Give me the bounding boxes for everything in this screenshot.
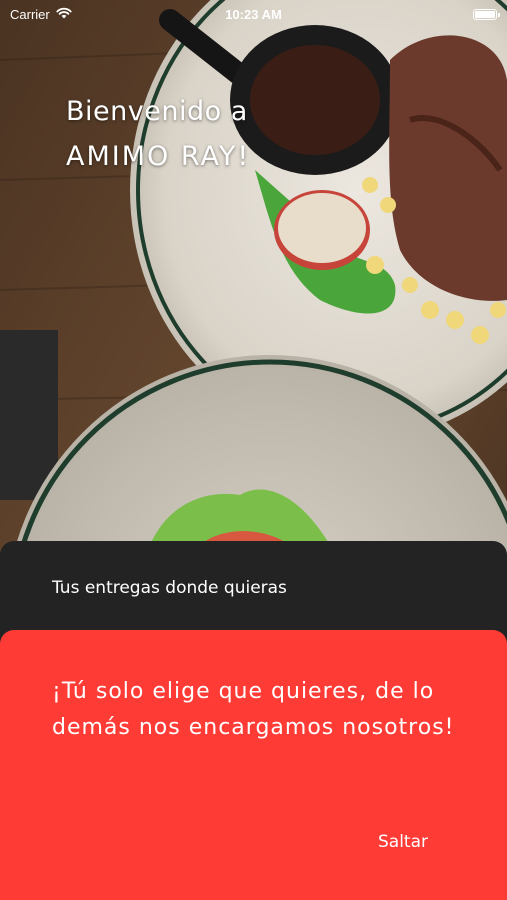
wifi-icon [56, 7, 72, 22]
battery-icon [473, 8, 500, 20]
red-panel-text: ¡Tú solo elige que quieres, de lo demás … [52, 679, 455, 740]
brand-name: AMIMO RAY! [66, 141, 251, 172]
carrier-label: Carrier [10, 6, 50, 22]
welcome-line: Bienvenido a [66, 96, 248, 127]
skip-button[interactable]: Saltar [368, 828, 438, 856]
status-bar: Carrier 10:23 AM [0, 0, 507, 28]
status-left: Carrier [10, 7, 72, 22]
welcome-heading: Bienvenido a AMIMO RAY! [66, 96, 250, 172]
status-time: 10:23 AM [225, 6, 282, 22]
dark-panel-text: Tus entregas donde quieras [52, 578, 287, 598]
red-info-panel [0, 630, 507, 900]
